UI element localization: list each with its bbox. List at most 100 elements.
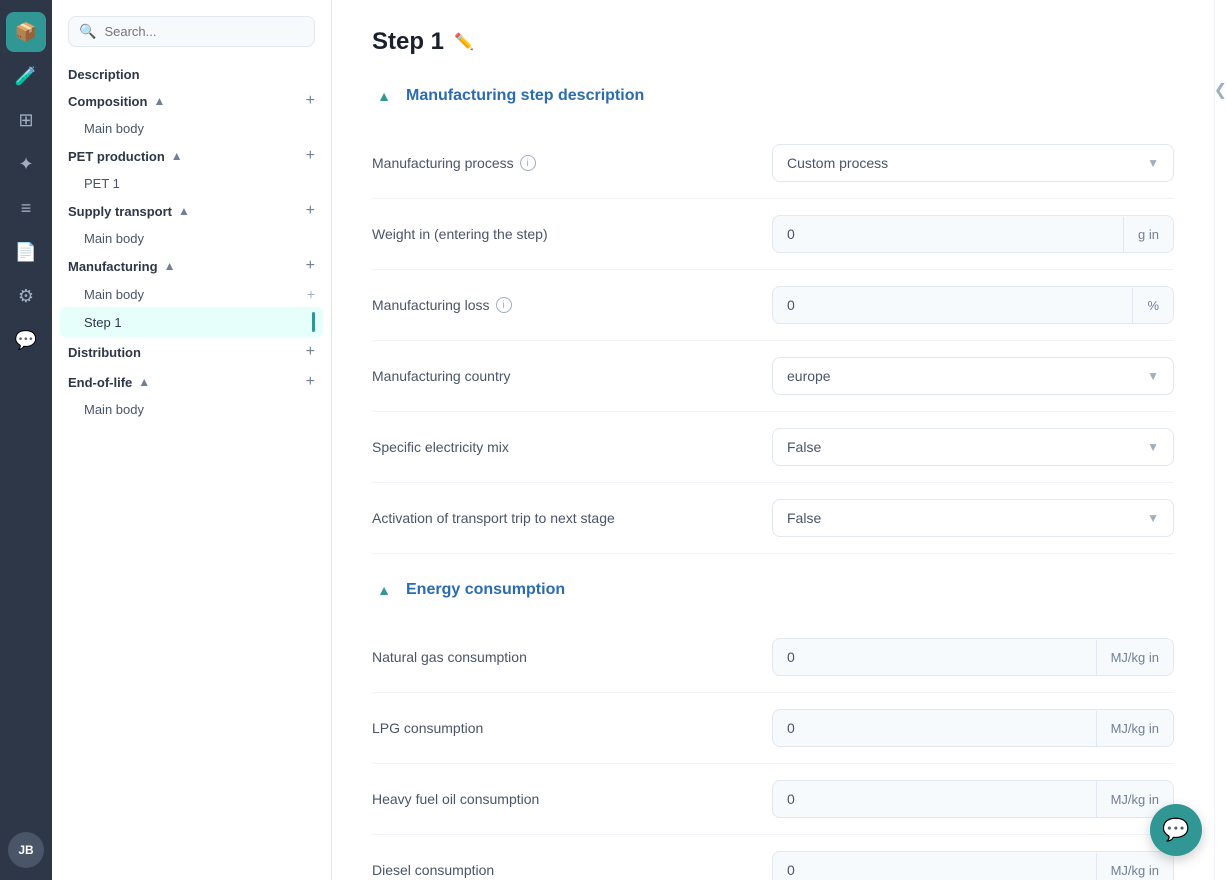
composition-group-header[interactable]: Composition ▲ + [60,86,323,116]
sidebar-group-manufacturing: Manufacturing ▲ + Main body + Step 1 [52,251,331,337]
pet-production-add-button[interactable]: + [306,147,315,165]
pet-production-title: PET production ▲ [68,149,183,164]
search-input[interactable] [104,24,304,39]
input-weight-in[interactable] [773,216,1123,252]
main-body-add-icon[interactable]: + [307,286,315,302]
edit-icon[interactable]: ✏️ [454,32,474,52]
form-row-manufacturing-loss: Manufacturing loss i % [372,270,1174,341]
sidebar-item-main-body-composition[interactable]: Main body [60,116,323,141]
label-activation-transport: Activation of transport trip to next sta… [372,510,752,526]
unit-weight-in: g in [1123,217,1173,252]
nav-settings[interactable]: ⚙ [6,276,46,316]
pet-production-group-header[interactable]: PET production ▲ + [60,141,323,171]
end-of-life-chevron: ▲ [138,375,150,389]
label-weight-in: Weight in (entering the step) [372,226,752,242]
chat-icon: 💬 [1162,817,1189,843]
input-lpg[interactable] [773,710,1096,746]
composition-chevron: ▲ [153,94,165,108]
pet-production-chevron: ▲ [171,149,183,163]
info-icon-manufacturing-process[interactable]: i [520,155,536,171]
supply-transport-group-header[interactable]: Supply transport ▲ + [60,196,323,226]
manufacturing-label: Manufacturing [68,259,158,274]
chat-bubble-button[interactable]: 💬 [1150,804,1202,856]
select-electricity-mix[interactable]: False ▼ [772,428,1174,466]
distribution-title: Distribution [68,345,141,360]
supply-transport-add-button[interactable]: + [306,202,315,220]
nav-flask[interactable]: 🧪 [6,56,46,96]
collapse-right-icon[interactable]: ❮ [1214,80,1226,100]
input-natural-gas[interactable] [773,639,1096,675]
section-header-manufacturing: ▲ Manufacturing step description [372,84,1174,108]
chevron-down-icon: ▼ [1147,440,1159,454]
manufacturing-group-header[interactable]: Manufacturing ▲ + [60,251,323,281]
item-label: Main body [84,231,144,246]
input-manufacturing-loss[interactable] [773,287,1132,323]
item-label: PET 1 [84,176,120,191]
nav-list[interactable]: ≡ [6,188,46,228]
select-value: False [787,439,821,455]
nav-package[interactable]: 📦 [6,12,46,52]
end-of-life-title: End-of-life ▲ [68,375,150,390]
form-row-diesel: Diesel consumption MJ/kg in [372,835,1174,880]
composition-title: Composition ▲ [68,94,165,109]
manufacturing-chevron: ▲ [164,259,176,273]
section-chevron-manufacturing[interactable]: ▲ [372,84,396,108]
select-value: Custom process [787,155,888,171]
section-chevron-energy[interactable]: ▲ [372,578,396,602]
composition-add-button[interactable]: + [306,92,315,110]
nav-document[interactable]: 📄 [6,232,46,272]
section-title-energy: Energy consumption [406,581,565,599]
sidebar-item-main-body-manufacturing[interactable]: Main body + [60,281,323,307]
info-icon-manufacturing-loss[interactable]: i [496,297,512,313]
label-heavy-fuel-oil: Heavy fuel oil consumption [372,791,752,807]
chevron-down-icon: ▼ [1147,156,1159,170]
control-weight-in: g in [772,215,1174,253]
item-label: Main body [84,402,144,417]
end-of-life-group-header[interactable]: End-of-life ▲ + [60,367,323,397]
sidebar-item-step1[interactable]: Step 1 [60,307,323,337]
item-label: Main body [84,287,144,302]
control-heavy-fuel-oil: MJ/kg in [772,780,1174,818]
nav-chat[interactable]: 💬 [6,320,46,360]
select-manufacturing-country[interactable]: europe ▼ [772,357,1174,395]
chevron-down-icon: ▼ [1147,369,1159,383]
input-heavy-fuel-oil[interactable] [773,781,1096,817]
user-avatar[interactable]: JB [8,832,44,868]
input-wrap-weight-in: g in [772,215,1174,253]
control-manufacturing-loss: % [772,286,1174,324]
label-lpg: LPG consumption [372,720,752,736]
sidebar-item-main-body-supply[interactable]: Main body [60,226,323,251]
control-manufacturing-process: Custom process ▼ [772,144,1174,182]
form-row-weight-in: Weight in (entering the step) g in [372,199,1174,270]
sidebar-group-pet-production: PET production ▲ + PET 1 [52,141,331,196]
sidebar-item-main-body-eol[interactable]: Main body [60,397,323,422]
supply-transport-title: Supply transport ▲ [68,204,190,219]
search-icon: 🔍 [79,23,96,40]
sidebar-group-end-of-life: End-of-life ▲ + Main body [52,367,331,422]
input-wrap-diesel: MJ/kg in [772,851,1174,880]
main-content: Step 1 ✏️ ▲ Manufacturing step descripti… [332,0,1214,880]
label-electricity-mix: Specific electricity mix [372,439,752,455]
composition-label: Composition [68,94,147,109]
label-manufacturing-country: Manufacturing country [372,368,752,384]
section-header-energy: ▲ Energy consumption [372,578,1174,602]
nav-grid[interactable]: ⊞ [6,100,46,140]
distribution-label: Distribution [68,345,141,360]
control-lpg: MJ/kg in [772,709,1174,747]
manufacturing-add-button[interactable]: + [306,257,315,275]
control-manufacturing-country: europe ▼ [772,357,1174,395]
sidebar-item-pet1[interactable]: PET 1 [60,171,323,196]
select-activation-transport[interactable]: False ▼ [772,499,1174,537]
nav-analytics[interactable]: ✦ [6,144,46,184]
manufacturing-title: Manufacturing ▲ [68,259,175,274]
search-wrap[interactable]: 🔍 [68,16,315,47]
select-manufacturing-process[interactable]: Custom process ▼ [772,144,1174,182]
sidebar-group-distribution: Distribution + [52,337,331,367]
input-wrap-natural-gas: MJ/kg in [772,638,1174,676]
distribution-group-header[interactable]: Distribution + [60,337,323,367]
input-diesel[interactable] [773,852,1096,880]
select-value: europe [787,368,831,384]
end-of-life-add-button[interactable]: + [306,373,315,391]
distribution-add-button[interactable]: + [306,343,315,361]
label-manufacturing-process: Manufacturing process i [372,155,752,171]
